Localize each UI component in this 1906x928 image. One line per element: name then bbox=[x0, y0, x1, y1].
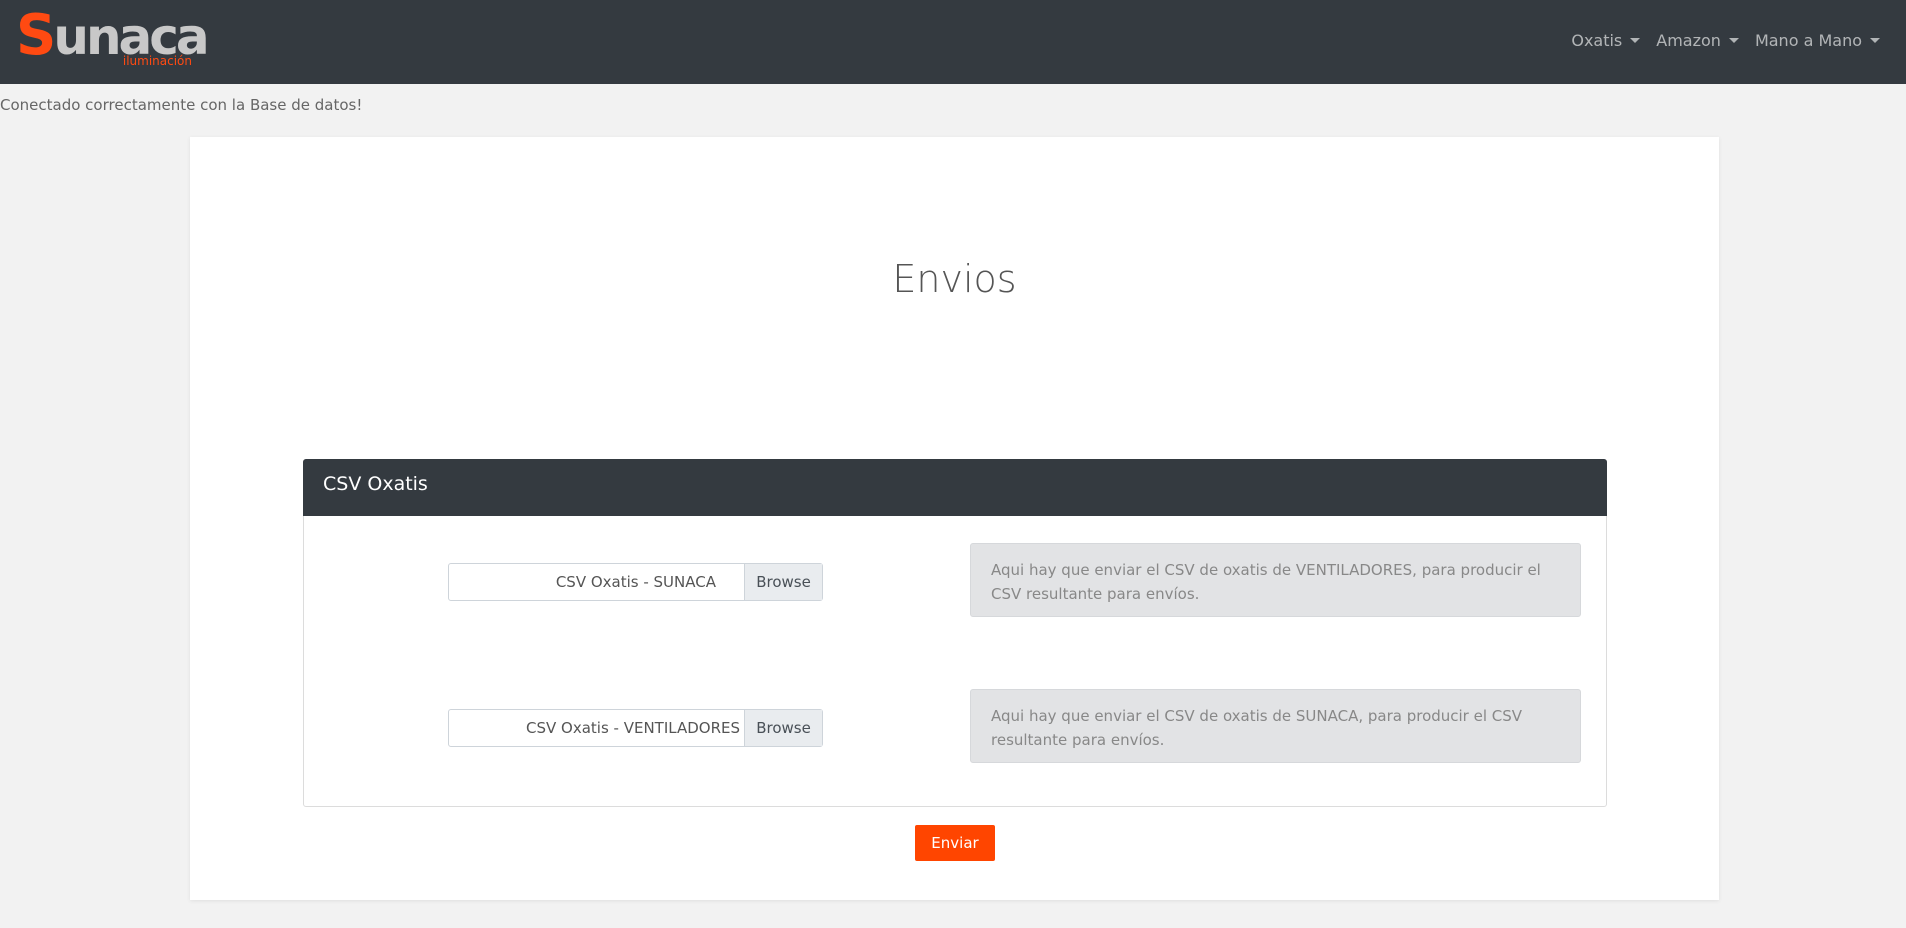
caret-down-icon bbox=[1728, 37, 1739, 43]
csv-oxatis-panel: CSV Oxatis CSV Oxatis - SUNACA Browse Aq… bbox=[303, 459, 1607, 807]
db-status-message: Conectado correctamente con la Base de d… bbox=[0, 96, 363, 114]
sunaca-logo[interactable]: Sunaca iluminación bbox=[16, 8, 210, 72]
browse-button[interactable]: Browse bbox=[744, 564, 822, 600]
top-navbar: Sunaca iluminación Oxatis Amazon Mano a … bbox=[0, 0, 1906, 84]
nav-dropdown-amazon[interactable]: Amazon bbox=[1648, 31, 1747, 50]
nav-label-mano-a-mano: Mano a Mano bbox=[1754, 30, 1862, 50]
nav-label-oxatis: Oxatis bbox=[1571, 30, 1623, 50]
caret-down-icon bbox=[1870, 37, 1880, 43]
info-alert: Aqui hay que enviar el CSV de oxatis de … bbox=[970, 543, 1581, 617]
nav-dropdown-oxatis[interactable]: Oxatis bbox=[1563, 31, 1648, 50]
browse-button[interactable]: Browse bbox=[744, 710, 822, 746]
panel-title: CSV Oxatis bbox=[303, 459, 1607, 516]
nav-dropdown-mano-a-mano[interactable]: Mano a Mano bbox=[1747, 31, 1888, 50]
nav-label-amazon: Amazon bbox=[1656, 30, 1721, 50]
logo-subtitle: iluminación bbox=[122, 54, 192, 68]
file-input-sunaca[interactable]: CSV Oxatis - SUNACA Browse bbox=[448, 563, 823, 601]
page-title: Envios bbox=[892, 257, 1017, 301]
file-input-label: CSV Oxatis - VENTILADORES bbox=[526, 719, 740, 737]
file-input-label: CSV Oxatis - SUNACA bbox=[555, 573, 716, 591]
logo-initial: S bbox=[16, 3, 56, 68]
file-input-ventiladores[interactable]: CSV Oxatis - VENTILADORES Browse bbox=[448, 709, 823, 747]
caret-down-icon bbox=[1630, 37, 1641, 43]
info-alert: Aqui hay que enviar el CSV de oxatis de … bbox=[970, 689, 1581, 763]
main-card: Envios CSV Oxatis CSV Oxatis - SUNACA Br… bbox=[190, 137, 1719, 900]
submit-button[interactable]: Enviar bbox=[915, 825, 995, 861]
nav-menu: Oxatis Amazon Mano a Mano bbox=[1563, 0, 1888, 80]
